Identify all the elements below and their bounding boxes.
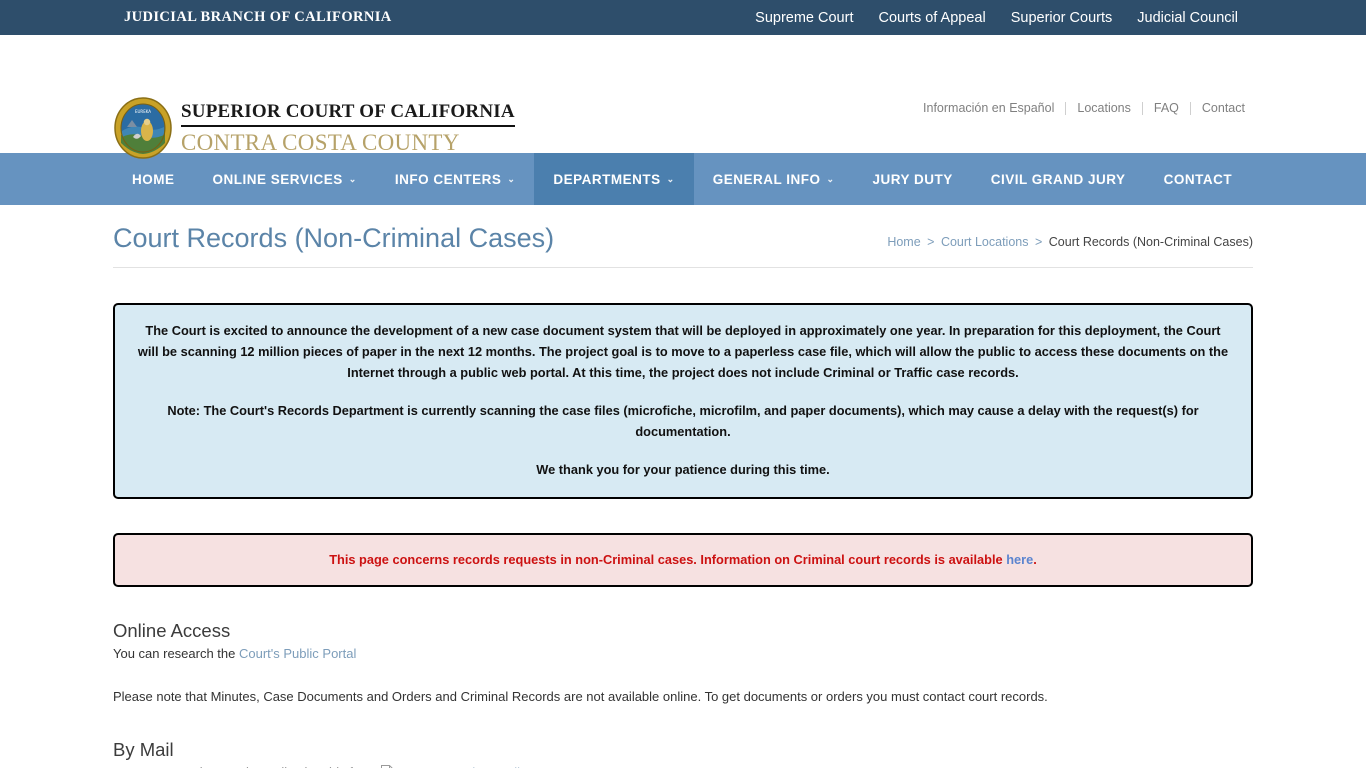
by-mail-form-line: Requests may be sent by mail using this … <box>113 763 1253 768</box>
logo-line-county: CONTRA COSTA COUNTY <box>181 129 460 155</box>
section-heading-by-mail: By Mail <box>113 739 174 760</box>
nav-item-label: CONTACT <box>1163 171 1233 187</box>
announcement-notice-blue: The Court is excited to announce the dev… <box>113 303 1253 499</box>
breadcrumb-separator: > <box>927 235 935 249</box>
page-content: The Court is excited to announce the dev… <box>113 303 1253 768</box>
nav-item-label: DEPARTMENTS <box>553 171 661 187</box>
alert-link-here[interactable]: here <box>1006 552 1033 567</box>
alert-text-before: This page concerns records requests in n… <box>329 552 1007 567</box>
nav-item-jury-duty[interactable]: JURY DUTY <box>854 153 972 205</box>
topbar-link-courts-of-appeal[interactable]: Courts of Appeal <box>878 10 985 26</box>
breadcrumb-separator: > <box>1034 235 1043 249</box>
site-logo[interactable]: EUREKA SUPERIOR COURT OF CALIFORNIA CONT… <box>113 97 515 159</box>
online-access-text: You can research the <box>113 646 239 661</box>
main-navigation: HOME ONLINE SERVICES ⌄ INFO CENTERS ⌄ DE… <box>0 153 1366 205</box>
nav-item-online-services[interactable]: ONLINE SERVICES ⌄ <box>194 153 376 205</box>
link-courts-public-portal[interactable]: Court's Public Portal <box>239 646 356 661</box>
page-title-row: Court Records (Non-Criminal Cases) Home … <box>113 205 1253 268</box>
site-header: EUREKA SUPERIOR COURT OF CALIFORNIA CONT… <box>0 35 1366 159</box>
breadcrumb-current: Court Records (Non-Criminal Cases) <box>1048 235 1253 249</box>
breadcrumb-home[interactable]: Home <box>887 235 920 249</box>
topbar-links: Supreme Court Courts of Appeal Superior … <box>755 10 1238 26</box>
topbar-link-superior-courts[interactable]: Superior Courts <box>1011 10 1113 26</box>
topbar-link-judicial-council[interactable]: Judicial Council <box>1137 10 1238 26</box>
alert-notice-pink: This page concerns records requests in n… <box>113 533 1253 587</box>
header-link-contact[interactable]: Contact <box>1191 101 1256 115</box>
nav-item-label: INFO CENTERS <box>394 171 502 187</box>
chevron-down-icon: ⌄ <box>507 173 516 184</box>
alert-text: This page concerns records requests in n… <box>137 550 1229 570</box>
nav-item-contact[interactable]: CONTACT <box>1145 153 1252 205</box>
announcement-paragraph-1: The Court is excited to announce the dev… <box>137 323 1229 380</box>
breadcrumb-court-locations[interactable]: Court Locations <box>941 235 1029 249</box>
nav-item-label: JURY DUTY <box>872 171 953 187</box>
header-link-espanol[interactable]: Información en Español <box>912 101 1065 115</box>
nav-item-info-centers[interactable]: INFO CENTERS ⌄ <box>376 153 535 205</box>
nav-item-civil-grand-jury[interactable]: CIVIL GRAND JURY <box>972 153 1145 205</box>
header-link-faq[interactable]: FAQ <box>1143 101 1190 115</box>
nav-item-label: ONLINE SERVICES <box>212 171 343 187</box>
svg-text:EUREKA: EUREKA <box>135 109 151 114</box>
nav-item-label: GENERAL INFO <box>712 171 821 187</box>
topbar-title: JUDICIAL BRANCH OF CALIFORNIA <box>124 9 392 25</box>
nav-item-general-info[interactable]: GENERAL INFO ⌄ <box>694 153 854 205</box>
nav-item-departments[interactable]: DEPARTMENTS ⌄ <box>534 153 694 205</box>
breadcrumb: Home > Court Locations > Court Records (… <box>887 235 1253 249</box>
announcement-paragraph-2: Note: The Court's Records Department is … <box>167 403 1199 439</box>
online-access-note: Please note that Minutes, Case Documents… <box>113 689 1048 704</box>
chevron-down-icon: ⌄ <box>826 173 835 184</box>
section-heading-online-access: Online Access <box>113 620 231 641</box>
header-utility-links: Información en Español Locations FAQ Con… <box>912 101 1256 115</box>
alert-text-after: . <box>1033 552 1037 567</box>
page-title: Court Records (Non-Criminal Cases) <box>113 223 555 253</box>
chevron-down-icon: ⌄ <box>666 173 675 184</box>
chevron-down-icon: ⌄ <box>348 173 357 184</box>
california-court-seal-icon: EUREKA <box>113 97 173 159</box>
nav-item-label: HOME <box>132 171 175 187</box>
announcement-paragraph-3: We thank you for your patience during th… <box>536 462 830 477</box>
header-link-locations[interactable]: Locations <box>1066 101 1142 115</box>
logo-line-superior-court: SUPERIOR COURT OF CALIFORNIA <box>181 101 515 127</box>
nav-item-label: CIVIL GRAND JURY <box>990 171 1126 187</box>
judicial-branch-topbar: JUDICIAL BRANCH OF CALIFORNIA Supreme Co… <box>0 0 1366 35</box>
logo-text: SUPERIOR COURT OF CALIFORNIA CONTRA COST… <box>181 101 515 156</box>
topbar-link-supreme-court[interactable]: Supreme Court <box>755 10 853 26</box>
online-access-line: You can research the Court's Public Port… <box>113 644 1253 663</box>
nav-item-home[interactable]: HOME <box>113 153 194 205</box>
